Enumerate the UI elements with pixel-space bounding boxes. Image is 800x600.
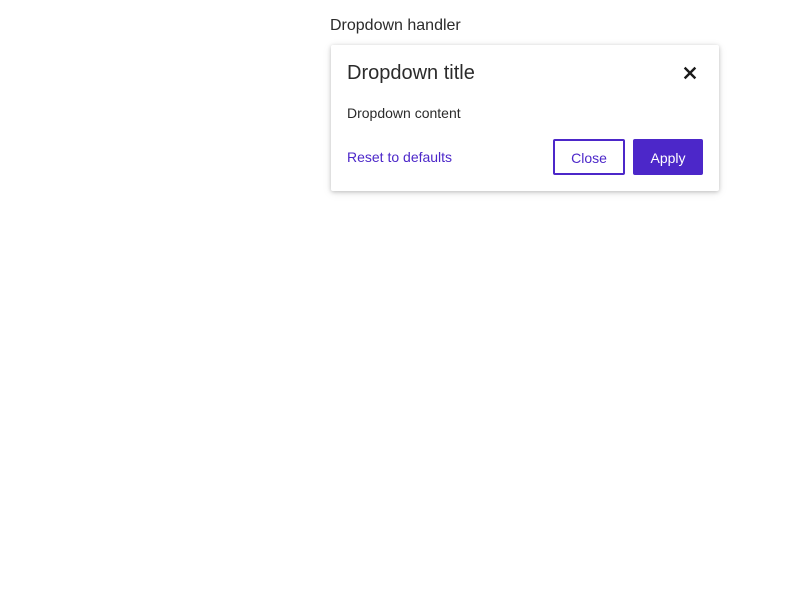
dropdown-handler[interactable]: Dropdown handler — [330, 16, 461, 36]
dropdown-title: Dropdown title — [347, 62, 475, 84]
apply-button[interactable]: Apply — [633, 139, 703, 175]
dropdown-content: Dropdown content — [347, 105, 461, 121]
dropdown-panel: Dropdown title Dropdown content Reset to… — [331, 45, 719, 191]
close-icon[interactable] — [682, 65, 698, 81]
close-button[interactable]: Close — [553, 139, 625, 175]
reset-to-defaults-link[interactable]: Reset to defaults — [347, 148, 452, 166]
page: Dropdown handler Dropdown title Dropdown… — [0, 0, 800, 600]
